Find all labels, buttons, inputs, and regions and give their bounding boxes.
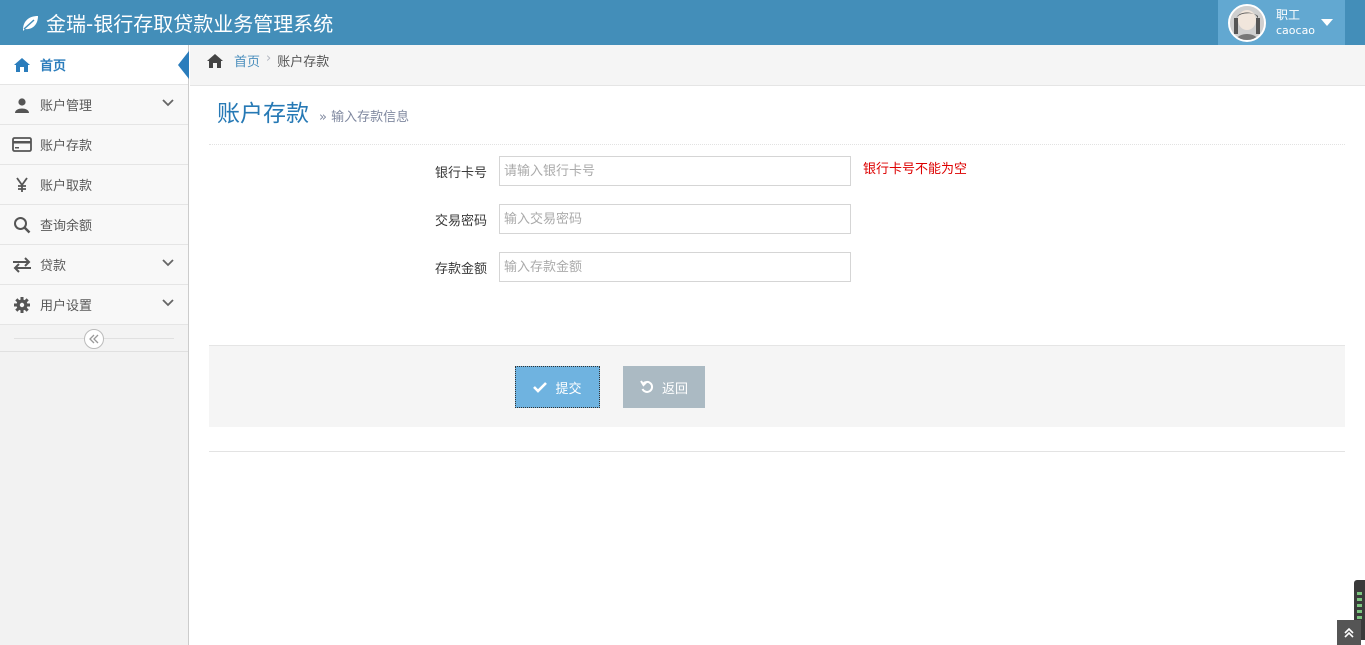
form-row-amount: 存款金额 bbox=[209, 252, 1345, 282]
sidebar-collapse-bar bbox=[0, 325, 188, 352]
credit-card-icon bbox=[12, 135, 32, 155]
amount-input[interactable] bbox=[499, 252, 851, 282]
divider bbox=[209, 451, 1345, 452]
chevron-down-icon bbox=[162, 259, 174, 267]
form-actions: 提交 返回 bbox=[209, 345, 1345, 427]
submit-label: 提交 bbox=[555, 381, 582, 397]
breadcrumb: 首页 › 账户存款 bbox=[190, 45, 1365, 86]
sidebar-item-label: 贷款 bbox=[40, 259, 67, 274]
check-icon bbox=[533, 382, 548, 393]
scroll-to-top-button[interactable] bbox=[1337, 620, 1361, 645]
form-row-card: 银行卡号 银行卡号不能为空 bbox=[209, 156, 1345, 186]
user-name: caocao bbox=[1276, 23, 1316, 37]
submit-button[interactable]: 提交 bbox=[515, 366, 600, 408]
page-header: 账户存款 » 输入存款信息 bbox=[209, 96, 1345, 145]
breadcrumb-home-label: 首页 bbox=[234, 55, 261, 70]
sidebar-item-withdraw[interactable]: 账户取款 bbox=[0, 165, 188, 205]
amount-label: 存款金额 bbox=[434, 262, 487, 277]
page-title: 账户存款 bbox=[217, 101, 309, 127]
gear-icon bbox=[12, 295, 32, 315]
form-row-password: 交易密码 bbox=[209, 204, 1345, 234]
sidebar-item-home[interactable]: 首页 bbox=[0, 45, 189, 85]
leaf-icon bbox=[23, 15, 38, 31]
app-title: 金瑞-银行存取贷款业务管理系统 bbox=[46, 12, 334, 36]
chevron-down-icon bbox=[162, 99, 174, 107]
app-brand[interactable]: 金瑞-银行存取贷款业务管理系统 bbox=[20, 0, 333, 45]
sidebar-collapse-button[interactable] bbox=[84, 329, 104, 349]
card-number-error: 银行卡号不能为空 bbox=[863, 162, 968, 177]
page-subtitle: » 输入存款信息 bbox=[319, 106, 409, 125]
avatar bbox=[1228, 3, 1266, 42]
password-label: 交易密码 bbox=[434, 214, 487, 229]
card-number-label: 银行卡号 bbox=[434, 166, 487, 181]
sidebar-item-label: 查询余额 bbox=[40, 219, 93, 234]
sidebar-item-balance[interactable]: 查询余额 bbox=[0, 205, 188, 245]
sidebar: 首页 账户管理 账户存款 账户取款 查询余额 贷款 用户设置 bbox=[0, 45, 189, 645]
sidebar-item-label: 账户取款 bbox=[40, 179, 93, 194]
page-subtitle-text: 输入存款信息 bbox=[331, 110, 410, 125]
breadcrumb-home-link[interactable]: 首页 bbox=[206, 51, 260, 70]
double-chevron-up-icon bbox=[1344, 627, 1354, 638]
sidebar-item-label: 账户管理 bbox=[40, 99, 93, 114]
double-chevron-left-icon bbox=[89, 334, 99, 344]
search-icon bbox=[12, 215, 32, 235]
undo-icon bbox=[640, 380, 654, 393]
sidebar-item-loan[interactable]: 贷款 bbox=[0, 245, 188, 285]
sidebar-item-label: 首页 bbox=[40, 59, 67, 74]
sidebar-item-label: 账户存款 bbox=[40, 139, 93, 154]
user-menu[interactable]: 职工 caocao bbox=[1218, 0, 1345, 45]
top-navbar: 金瑞-银行存取贷款业务管理系统 职工 caocao bbox=[0, 0, 1365, 45]
home-icon bbox=[12, 55, 32, 75]
sidebar-item-account-management[interactable]: 账户管理 bbox=[0, 85, 188, 125]
home-icon bbox=[207, 53, 223, 68]
breadcrumb-current: 账户存款 bbox=[277, 55, 330, 70]
sidebar-item-user-settings[interactable]: 用户设置 bbox=[0, 285, 188, 325]
back-label: 返回 bbox=[661, 381, 688, 397]
user-icon bbox=[12, 95, 32, 115]
sidebar-item-deposit[interactable]: 账户存款 bbox=[0, 125, 188, 165]
chevron-down-icon bbox=[162, 299, 174, 307]
card-number-input[interactable] bbox=[499, 156, 851, 186]
back-button[interactable]: 返回 bbox=[623, 366, 705, 408]
yen-icon bbox=[12, 175, 32, 195]
breadcrumb-separator: › bbox=[266, 51, 272, 66]
double-angle-right-icon: » bbox=[319, 110, 327, 125]
user-role: 职工 bbox=[1276, 7, 1301, 22]
caret-down-icon bbox=[1321, 19, 1333, 26]
exchange-icon bbox=[12, 255, 32, 275]
password-input[interactable] bbox=[499, 204, 851, 234]
sidebar-item-label: 用户设置 bbox=[40, 299, 93, 314]
